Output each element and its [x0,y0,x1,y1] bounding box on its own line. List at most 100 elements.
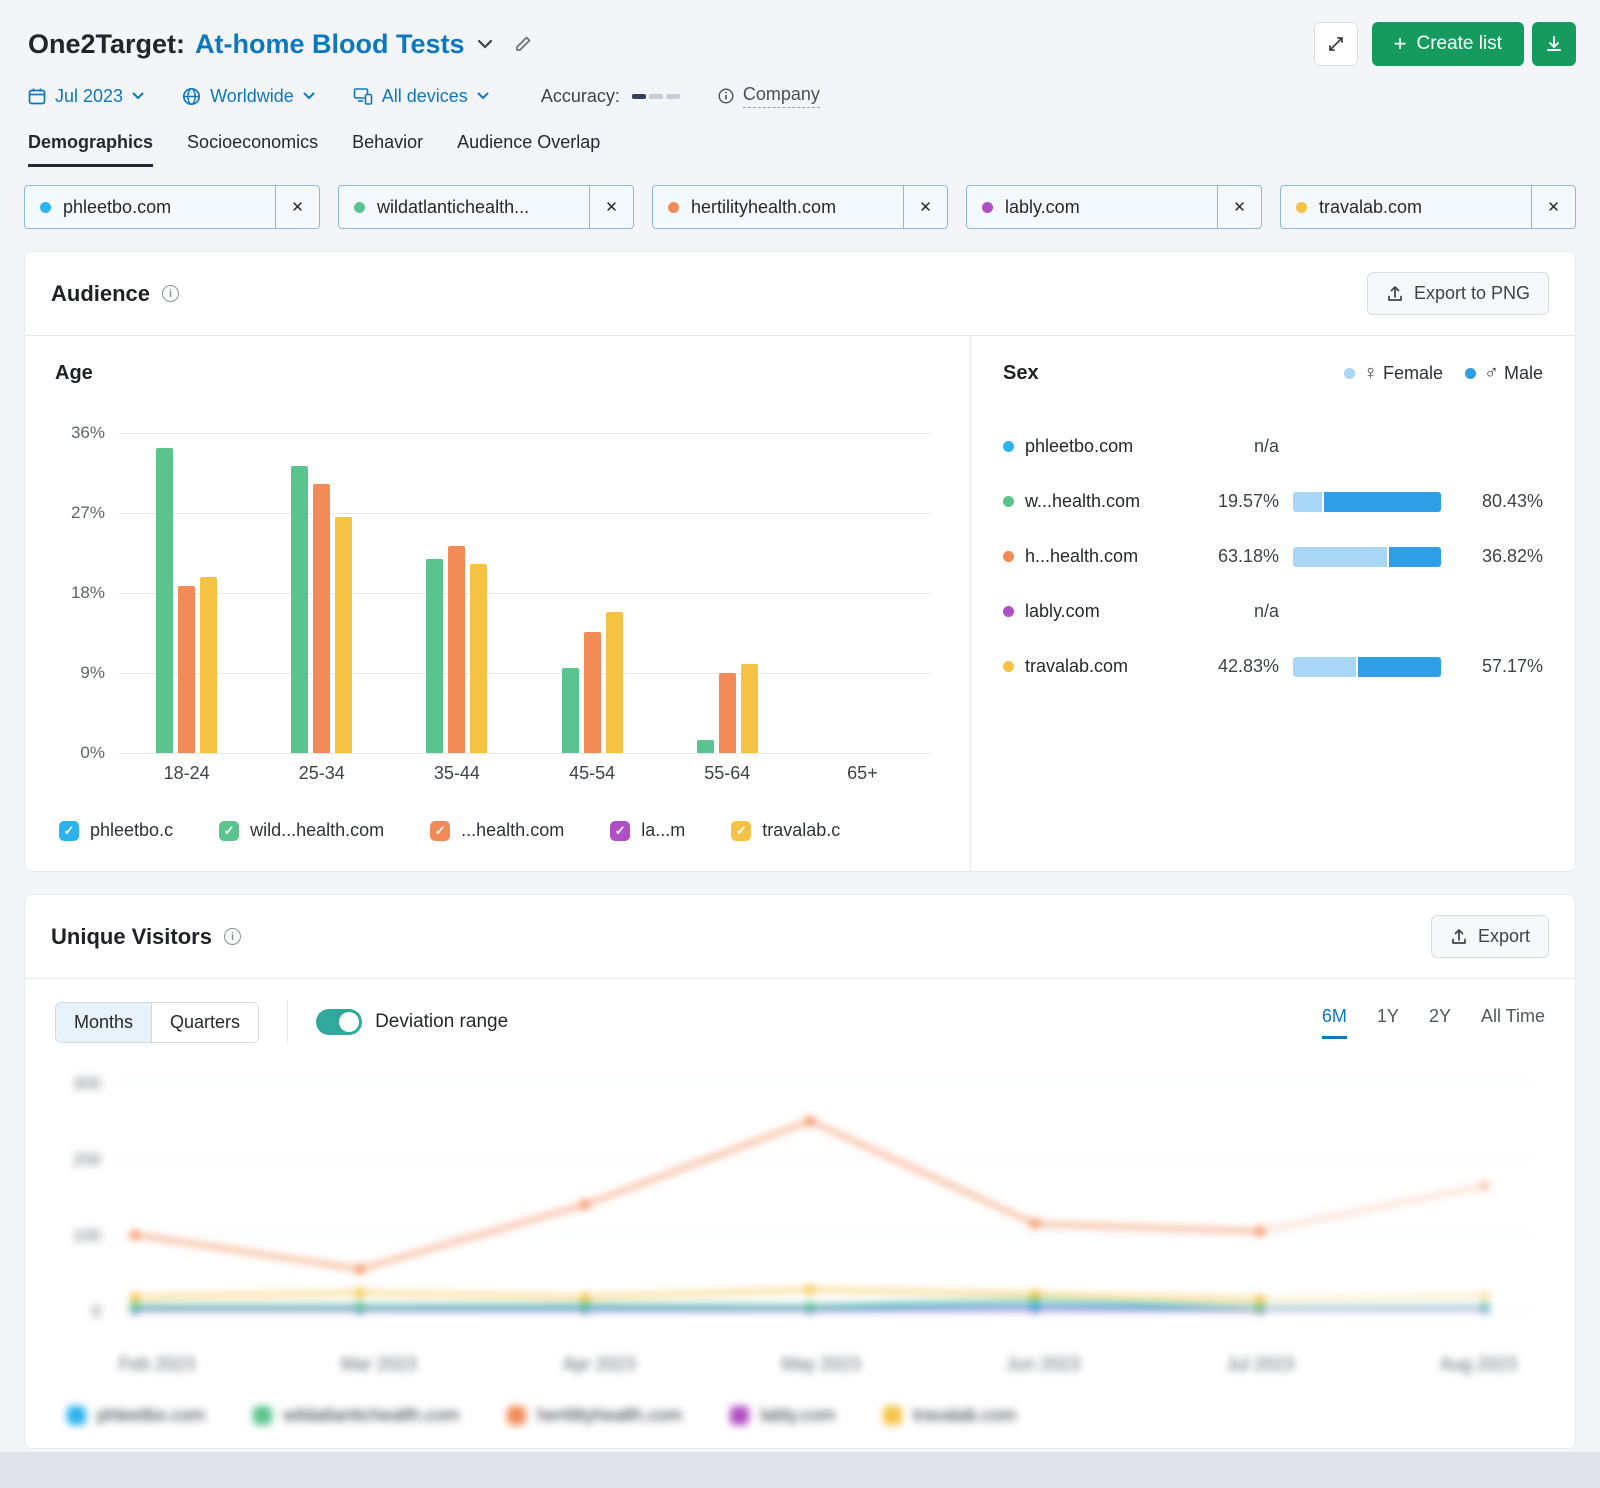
age-x-labels: 18-2425-3435-4445-5455-6465+ [119,763,930,784]
company-link[interactable]: Company [718,84,820,108]
legend-label: la...m [641,820,685,841]
bar-travalab-com-35-44 [470,564,487,753]
sex-row-h-health-com: h...health.com63.18%36.82% [1003,529,1543,584]
bar-travalab-com-18-24 [200,577,217,753]
age-x-label: 55-64 [660,763,795,784]
female-share-value: 63.18% [1195,546,1279,567]
chip-remove-button[interactable]: ✕ [1217,186,1261,228]
deviation-range-toggle[interactable]: Deviation range [316,1009,508,1035]
tab-demographics[interactable]: Demographics [28,132,153,167]
date-filter[interactable]: Jul 2023 [28,86,144,107]
visitors-legend-item-wildatlantichealth-com[interactable]: wildatlantichealth.com [253,1405,459,1426]
view-toggle: MonthsQuarters [55,1002,259,1043]
bar-hertilityhealth-com-55-64 [719,673,736,753]
date-filter-value: Jul 2023 [55,86,123,107]
devices-icon [353,87,373,105]
download-button[interactable] [1532,22,1576,66]
range-option-2y[interactable]: 2Y [1429,1006,1451,1039]
series-checkbox[interactable]: ✓ [219,821,239,841]
audience-card-title: Audience [51,281,150,307]
domain-color-dot [1003,551,1014,562]
domain-color-dot [668,202,679,213]
visitors-x-label: Mar 2023 [341,1354,417,1375]
visitors-legend-item-phleetbo-com[interactable]: phleetbo.com [67,1405,205,1426]
create-list-button[interactable]: + Create list [1372,22,1524,66]
sex-na-value: n/a [1195,601,1279,622]
bar-travalab-com-55-64 [741,664,758,753]
sex-row-travalab-com: travalab.com42.83%57.17% [1003,639,1543,694]
female-bar-segment [1293,547,1387,567]
series-checkbox[interactable]: ✓ [59,821,79,841]
age-x-label: 18-24 [119,763,254,784]
domain-chip-travalab-com[interactable]: travalab.com✕ [1280,185,1576,229]
chevron-down-icon[interactable] [477,39,493,49]
report-title[interactable]: At-home Blood Tests [195,29,465,60]
chip-remove-button[interactable]: ✕ [589,186,633,228]
domain-chip-wildatlantichealth[interactable]: wildatlantichealth... ✕ [338,185,634,229]
chip-remove-button[interactable]: ✕ [903,186,947,228]
legend-label: wild...health.com [250,820,384,841]
svg-text:0: 0 [92,1302,101,1321]
age-y-tick: 36% [55,423,105,443]
age-bar-groups [119,433,930,753]
domain-chip-phleetbo-com[interactable]: phleetbo.com✕ [24,185,320,229]
info-icon[interactable]: i [162,285,179,302]
devices-filter[interactable]: All devices [353,86,489,107]
tab-socioeconomics[interactable]: Socioeconomics [187,132,318,167]
female-legend: ♀ Female [1344,362,1443,385]
domain-chip-label: wildatlantichealth... [377,197,529,218]
domain-color-dot [1296,202,1307,213]
female-share-value: 42.83% [1195,656,1279,677]
domain-label: h...health.com [1025,546,1138,567]
visitors-legend-item-hertilityhealth-com[interactable]: hertilityhealth.com [507,1405,682,1426]
svg-text:100: 100 [73,1226,101,1245]
info-icon[interactable]: i [224,928,241,945]
age-legend-item-phleetbo-c: ✓phleetbo.c [59,820,173,841]
age-y-tick: 0% [55,743,105,763]
series-checkbox[interactable]: ✓ [731,821,751,841]
age-y-tick: 27% [55,503,105,523]
visitors-legend-item-travalab-com[interactable]: travalab.com [883,1405,1016,1426]
chip-remove-button[interactable]: ✕ [275,186,319,228]
view-option-quarters[interactable]: Quarters [151,1003,258,1042]
series-checkbox[interactable]: ✓ [430,821,450,841]
legend-swatch [730,1406,749,1425]
sex-split-bar [1293,547,1441,567]
view-option-months[interactable]: Months [56,1003,151,1042]
male-share-value: 57.17% [1455,656,1543,677]
edit-pencil-icon[interactable] [513,34,533,54]
info-icon [718,88,734,104]
sex-split-bar [1293,492,1441,512]
age-legend-item-la-m: ✓ la...m [610,820,685,841]
range-option-1y[interactable]: 1Y [1377,1006,1399,1039]
age-legend: ✓phleetbo.c✓wild...health.com✓...health.… [59,820,940,841]
svg-text:300: 300 [73,1074,101,1093]
tab-audience-overlap[interactable]: Audience Overlap [457,132,600,167]
domain-chip-hertilityhealth-com[interactable]: hertilityhealth.com✕ [652,185,948,229]
region-filter[interactable]: Worldwide [182,86,315,107]
visitors-chart-svg: 3002001000 [53,1067,1541,1345]
age-group-45-54 [525,433,660,753]
age-y-tick: 18% [55,583,105,603]
visitors-chart-area: 3002001000 Feb 2023Mar 2023Apr 2023May 2… [25,1059,1575,1448]
one2target-page: One2Target: At-home Blood Tests + Create… [0,0,1600,1488]
devices-filter-value: All devices [382,86,468,107]
visitors-legend: phleetbo.com wildatlantichealth.com hertil… [67,1405,1547,1426]
visitors-legend-item-lably-com[interactable]: lably.com [730,1405,835,1426]
domain-chip-lably-com[interactable]: lably.com✕ [966,185,1262,229]
domain-color-dot [40,202,51,213]
export-icon [1450,928,1468,946]
legend-label: ...health.com [461,820,564,841]
export-png-button[interactable]: Export to PNG [1367,272,1549,315]
tab-behavior[interactable]: Behavior [352,132,423,167]
range-option-all-time[interactable]: All Time [1481,1006,1545,1039]
export-button[interactable]: Export [1431,915,1549,958]
toggle-switch[interactable] [316,1009,362,1035]
series-checkbox[interactable]: ✓ [610,821,630,841]
visitors-x-label: Jul 2023 [1226,1354,1294,1375]
chip-remove-button[interactable]: ✕ [1531,186,1575,228]
age-group-18-24 [119,433,254,753]
range-option-6m[interactable]: 6M [1322,1006,1347,1039]
expand-button[interactable] [1314,22,1358,66]
legend-swatch [883,1406,902,1425]
